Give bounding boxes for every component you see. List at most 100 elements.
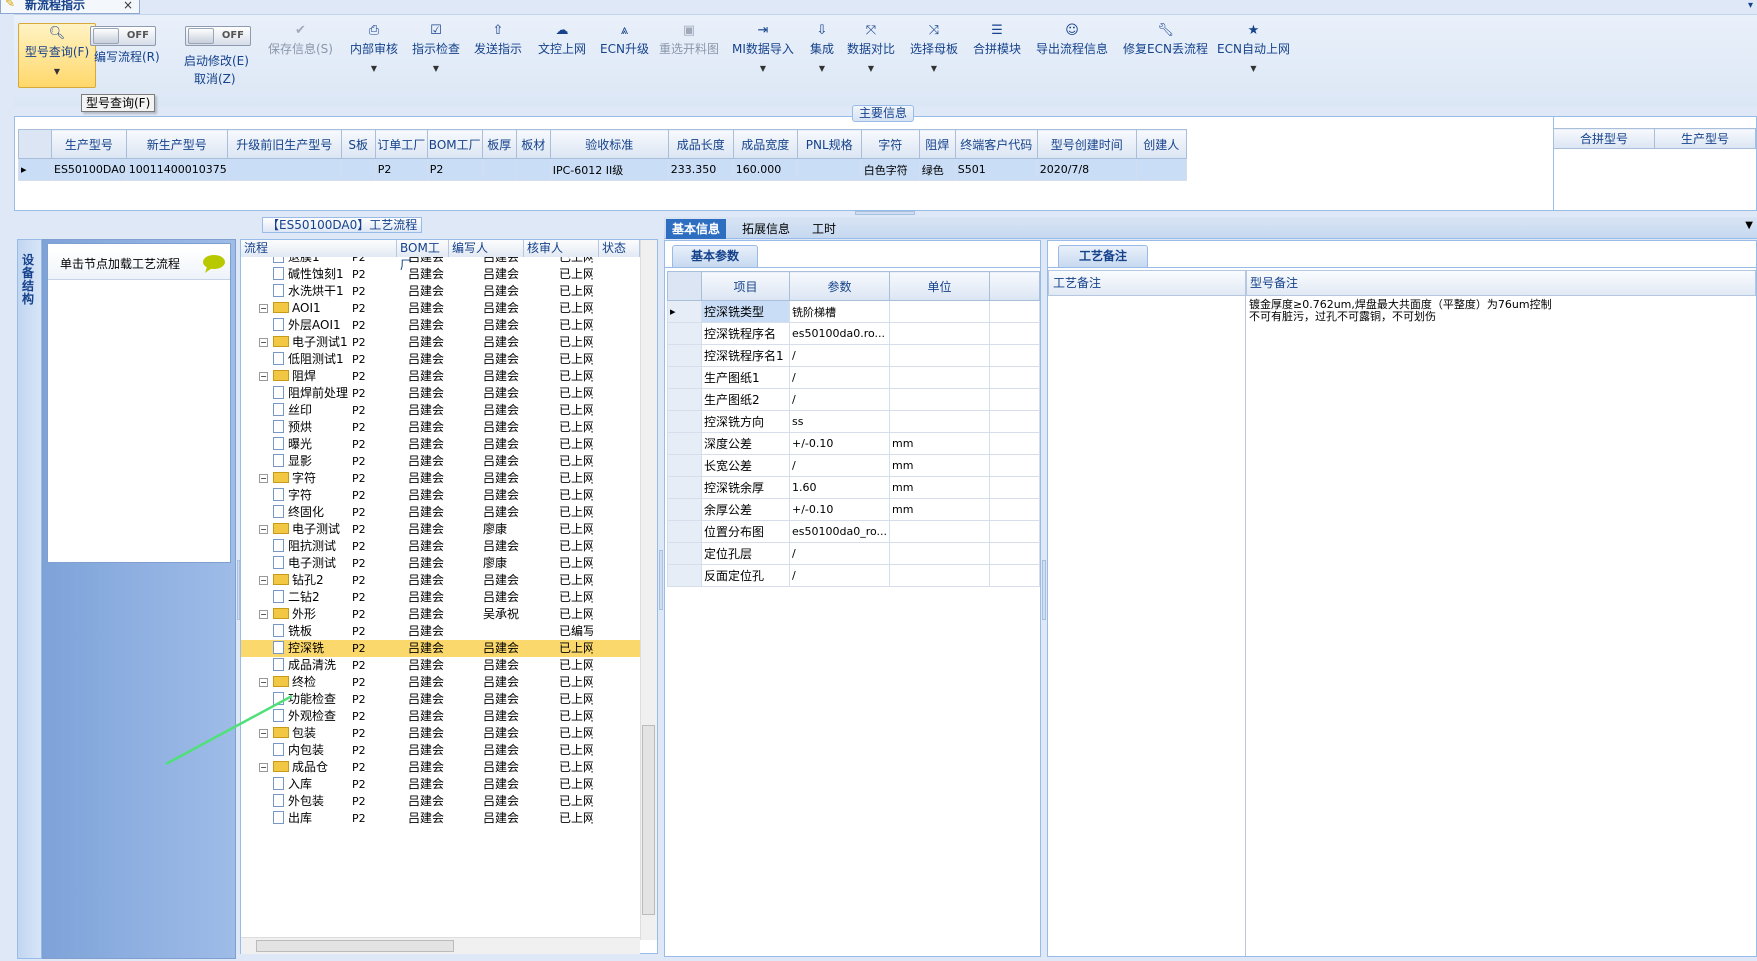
param-unit[interactable] [889, 322, 990, 345]
main-col-header[interactable]: 板材 [515, 129, 551, 159]
tree-node[interactable]: 外包装 [273, 793, 353, 810]
param-value[interactable]: +/-0.10 [789, 432, 890, 455]
main-cell[interactable] [796, 158, 862, 181]
tree-row[interactable]: − 成品仓 P2 吕建会 吕建会 已上网 [241, 759, 640, 776]
param-value[interactable]: ss [789, 410, 890, 433]
tree-row[interactable]: − 阻焊 P2 吕建会 吕建会 已上网 [241, 368, 640, 385]
param-value[interactable]: / [789, 542, 890, 565]
tree-node[interactable]: 曝光 [273, 436, 353, 453]
main-cell[interactable]: S501 [954, 158, 1038, 181]
tree-row[interactable]: − 电子测试 P2 吕建会 廖康 已上网 [241, 521, 640, 538]
param-unit[interactable] [889, 542, 990, 565]
splitter-handle[interactable] [659, 550, 663, 610]
param-row[interactable]: 位置分布图 es50100da0_ro... [667, 520, 1040, 543]
param-value[interactable]: es50100da0.ro... [789, 322, 890, 345]
tree-row[interactable]: 成品清洗 P2 吕建会 吕建会 已上网 [241, 657, 640, 674]
tree-row[interactable]: 字符 P2 吕建会 吕建会 已上网 [241, 487, 640, 504]
col-bom-factory[interactable]: BOM工厂 [397, 240, 449, 272]
reselect-cut-chart-button[interactable]: ▣ 重选开料图 [659, 21, 719, 57]
tab-menu-icon[interactable]: ▼ [1745, 220, 1753, 231]
tree-row[interactable]: − 包装 P2 吕建会 吕建会 已上网 [241, 725, 640, 742]
tree-node[interactable]: 退膜1 [273, 257, 353, 266]
tree-node[interactable]: 成品清洗 [273, 657, 353, 674]
select-motherboard-button[interactable]: ⤨ 选择母板 ▼ [910, 21, 958, 81]
param-unit[interactable] [889, 300, 990, 323]
internal-review-button[interactable]: ⎙ 内部审核 ▼ [350, 21, 398, 81]
main-cell[interactable]: ES50100DA0 [51, 158, 127, 181]
param-unit[interactable] [889, 344, 990, 367]
main-col-header[interactable]: 型号创建时间 [1036, 129, 1137, 159]
param-item[interactable]: 生产图纸1 [701, 366, 790, 389]
tree-node[interactable]: 水洗烘干1 [273, 283, 353, 300]
model-note-text[interactable]: 镀金厚度≥0.762um,焊盘最大共面度（平整度）为76um控制 不可有脏污，过… [1249, 299, 1729, 323]
splitter-handle[interactable] [1042, 560, 1046, 620]
tree-row[interactable]: 水洗烘干1 P2 吕建会 吕建会 已上网 [241, 283, 640, 300]
splitter-handle[interactable] [855, 211, 915, 215]
param-item[interactable]: 控深铣类型 [701, 300, 790, 323]
main-cell[interactable]: 2020/7/8 [1036, 158, 1137, 181]
tree-row[interactable]: − 终检 P2 吕建会 吕建会 已上网 [241, 674, 640, 691]
param-row[interactable]: ▸ 控深铣类型 铣阶梯槽 [667, 300, 1040, 323]
param-item[interactable]: 控深铣程序名1 [701, 344, 790, 367]
tree-row[interactable]: 预烘 P2 吕建会 吕建会 已上网 [241, 419, 640, 436]
collapse-icon[interactable]: − [259, 610, 268, 619]
model-note-header[interactable]: 型号备注 [1246, 270, 1756, 296]
param-unit[interactable] [889, 410, 990, 433]
main-col-header[interactable]: 验收标准 [549, 129, 669, 159]
tree-node[interactable]: 二钻2 [273, 589, 353, 606]
param-row[interactable]: 余厚公差 +/-0.10 mm [667, 498, 1040, 521]
main-col-header[interactable]: 新生产型号 [125, 129, 228, 159]
param-value[interactable]: 铣阶梯槽 [789, 300, 890, 323]
param-item[interactable]: 深度公差 [701, 432, 790, 455]
main-cell[interactable]: 白色字符 [860, 158, 920, 181]
param-item[interactable]: 控深铣余厚 [701, 476, 790, 499]
tree-row[interactable]: − 字符 P2 吕建会 吕建会 已上网 [241, 470, 640, 487]
tree-node[interactable]: 碱性蚀刻1 [273, 266, 353, 283]
param-row[interactable]: 定位孔层 / [667, 542, 1040, 565]
param-item[interactable]: 长宽公差 [701, 454, 790, 477]
main-cell[interactable]: P2 [374, 158, 428, 181]
ecn-auto-online-button[interactable]: ★ ECN自动上网 ▼ [1217, 21, 1290, 81]
tab-basic-info[interactable]: 基本信息 [666, 219, 727, 239]
main-cell[interactable]: 233.350 [667, 158, 734, 181]
param-value[interactable]: / [789, 388, 890, 411]
tree-row[interactable]: 电子测试 P2 吕建会 廖康 已上网 [241, 555, 640, 572]
tree-node[interactable]: 字符 [273, 487, 353, 504]
param-col-header[interactable]: 单位 [889, 271, 990, 301]
instruction-check-button[interactable]: ☑ 指示检查 ▼ [412, 21, 460, 81]
data-compare-button[interactable]: ⤧ 数据对比 ▼ [847, 21, 895, 81]
mi-import-button[interactable]: ⇥ MI数据导入 ▼ [732, 21, 794, 81]
param-item[interactable]: 定位孔层 [701, 542, 790, 565]
main-col-header[interactable]: BOM工厂 [426, 129, 483, 159]
param-value[interactable]: / [789, 564, 890, 587]
param-unit[interactable]: mm [889, 498, 990, 521]
tree-node[interactable]: 显影 [273, 453, 353, 470]
collapse-icon[interactable]: − [259, 304, 268, 313]
collapse-icon[interactable]: − [259, 474, 268, 483]
tree-row[interactable]: 功能检查 P2 吕建会 吕建会 已上网 [241, 691, 640, 708]
tree-row[interactable]: − 钻孔2 P2 吕建会 吕建会 已上网 [241, 572, 640, 589]
param-row[interactable]: 反面定位孔 / [667, 564, 1040, 587]
main-col-header[interactable]: 阻焊 [918, 129, 956, 159]
tree-vertical-scroll-thumb[interactable] [642, 725, 655, 915]
tree-row[interactable]: − 电子测试1 P2 吕建会 吕建会 已上网 [241, 334, 640, 351]
tab-extended-info[interactable]: 拓展信息 [736, 219, 796, 239]
tree-row[interactable]: − 外形 P2 吕建会 吴承祝 已上网 [241, 606, 640, 623]
param-unit[interactable] [889, 564, 990, 587]
param-value[interactable]: / [789, 344, 890, 367]
tree-node[interactable]: 出库 [273, 810, 353, 827]
tree-node[interactable]: 外层AOI1 [273, 317, 353, 334]
main-col-header[interactable]: S板 [340, 129, 376, 159]
param-unit[interactable]: mm [889, 476, 990, 499]
close-icon[interactable]: × [123, 0, 133, 11]
param-item[interactable]: 位置分布图 [701, 520, 790, 543]
tree-node[interactable]: 控深铣 [273, 640, 353, 657]
param-unit[interactable] [889, 388, 990, 411]
tree-node[interactable]: 阻焊前处理 [273, 385, 353, 402]
tree-row[interactable]: 出库 P2 吕建会 吕建会 已上网 [241, 810, 640, 827]
process-notes-tab[interactable]: 工艺备注 [1058, 245, 1148, 267]
main-col-header[interactable]: 成品长度 [667, 129, 734, 159]
tree-row[interactable]: 入库 P2 吕建会 吕建会 已上网 [241, 776, 640, 793]
main-col-header[interactable]: 生产型号 [51, 129, 127, 159]
main-col-header[interactable]: 创建人 [1135, 129, 1187, 159]
